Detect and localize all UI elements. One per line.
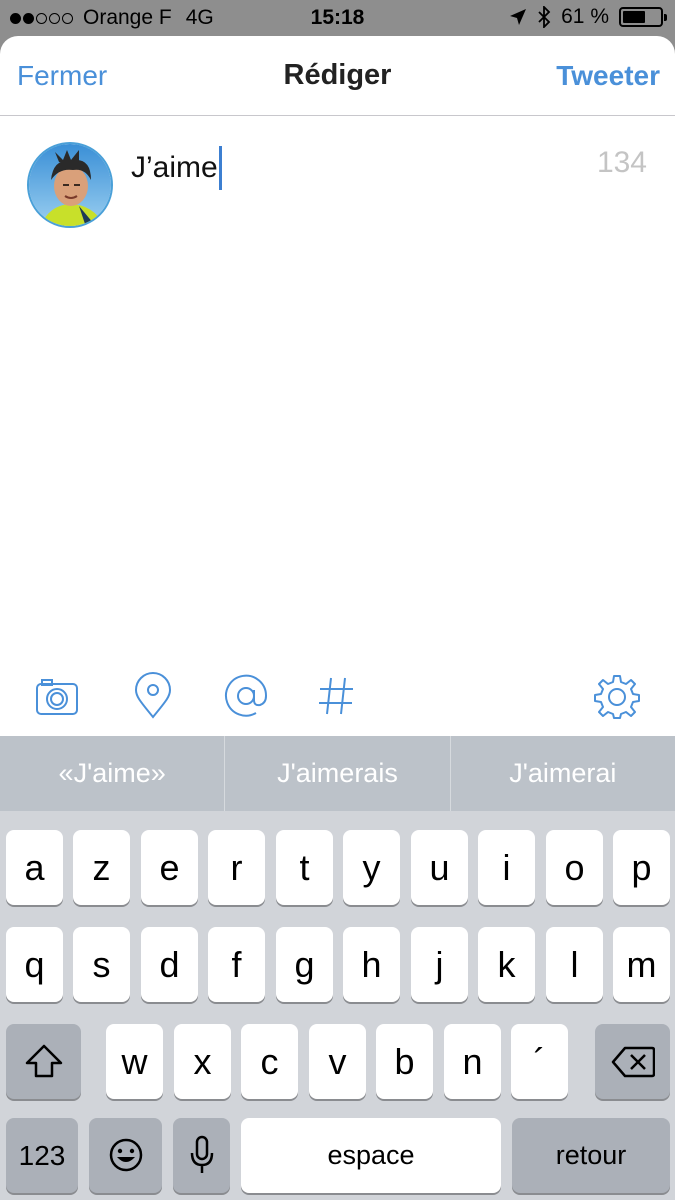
shift-key[interactable] [6,1024,81,1099]
mention-icon[interactable] [222,672,270,720]
location-pin-icon[interactable] [129,672,177,720]
key[interactable]: ´ [511,1024,568,1099]
key-label: i [502,847,511,888]
key-label: ´ [533,1041,546,1082]
keyboard: a z e r t y u i o p q s d f g h j k l m … [0,811,675,1200]
key[interactable]: a [6,830,63,905]
avatar[interactable] [27,142,113,228]
key[interactable]: e [141,830,198,905]
key[interactable]: n [444,1024,501,1099]
key-label: u [429,847,450,888]
key[interactable]: j [411,927,468,1002]
key-label: a [24,847,45,888]
key-label: b [394,1041,415,1082]
key-label: w [121,1041,148,1082]
camera-icon[interactable] [33,672,81,720]
key[interactable]: k [478,927,535,1002]
suggestion-item[interactable]: J'aimerais [225,736,451,811]
key[interactable]: s [73,927,130,1002]
key-label: j [435,944,444,985]
key[interactable]: q [6,927,63,1002]
tweet-text-input[interactable]: J’aime [131,146,222,190]
suggestion-item[interactable]: «J'aime» [0,736,226,811]
key-label: y [362,847,381,888]
key-label: f [231,944,242,985]
battery-percent: 61 % [561,5,609,28]
backspace-key[interactable] [595,1024,670,1099]
key-label: x [193,1041,212,1082]
key-label: o [564,847,585,888]
key-label: d [159,944,180,985]
battery-icon [619,7,667,27]
key-label: n [462,1041,483,1082]
tweet-button[interactable]: Tweeter [556,60,660,92]
key-label: c [260,1041,279,1082]
key-label: r [230,847,243,888]
numbers-key[interactable]: 123 [6,1118,78,1193]
key[interactable]: u [411,830,468,905]
suggestion-item[interactable]: J'aimerai [451,736,675,811]
key-label: z [92,847,111,888]
key[interactable]: l [546,927,603,1002]
key-label: q [24,944,45,985]
key[interactable]: c [241,1024,298,1099]
key[interactable]: x [174,1024,231,1099]
location-arrow-icon [510,9,527,25]
character-counter: 134 [596,146,647,179]
key-label: h [361,944,382,985]
key-label: t [299,847,310,888]
key-label: retour [555,1140,627,1170]
key-label: v [328,1041,347,1082]
space-key[interactable]: espace [241,1118,501,1193]
key-label: e [159,847,180,888]
text-cursor [218,146,222,190]
key-label: k [497,944,516,985]
key-label: l [570,944,579,985]
key[interactable]: y [343,830,400,905]
key[interactable]: h [343,927,400,1002]
key[interactable]: m [613,927,670,1002]
key[interactable]: p [613,830,670,905]
compose-sheet: Fermer Rédiger Tweeter J’aime 134 [0,36,675,736]
key[interactable]: o [546,830,603,905]
key[interactable]: r [208,830,265,905]
return-key[interactable]: retour [512,1118,670,1193]
status-bar: Orange F 4G 15:18 61 % [0,0,675,36]
key[interactable]: v [309,1024,366,1099]
key-label: g [294,944,315,985]
emoji-icon [109,1138,142,1172]
key-label: m [626,944,657,985]
key[interactable]: t [276,830,333,905]
settings-gear-icon[interactable] [593,672,641,720]
key[interactable]: z [73,830,130,905]
predictive-suggestions-bar: «J'aime» J'aimerais J'aimerai [0,736,675,811]
nav-bar: Fermer Rédiger Tweeter [0,36,675,116]
shift-arrow-icon [25,1044,62,1078]
key-label: espace [327,1140,415,1170]
microphone-icon [190,1135,213,1173]
key-label: 123 [18,1140,66,1171]
key[interactable]: d [141,927,198,1002]
tweet-text: J’aime [131,151,218,184]
key-label: p [631,847,652,888]
dictation-key[interactable] [173,1118,230,1193]
emoji-key[interactable] [89,1118,162,1193]
key[interactable]: w [106,1024,163,1099]
key[interactable]: f [208,927,265,1002]
hashtag-icon[interactable] [312,672,360,720]
key[interactable]: b [376,1024,433,1099]
bluetooth-icon [538,6,551,28]
key-label: s [92,944,111,985]
key[interactable]: g [276,927,333,1002]
backspace-icon [611,1046,655,1078]
key[interactable]: i [478,830,535,905]
